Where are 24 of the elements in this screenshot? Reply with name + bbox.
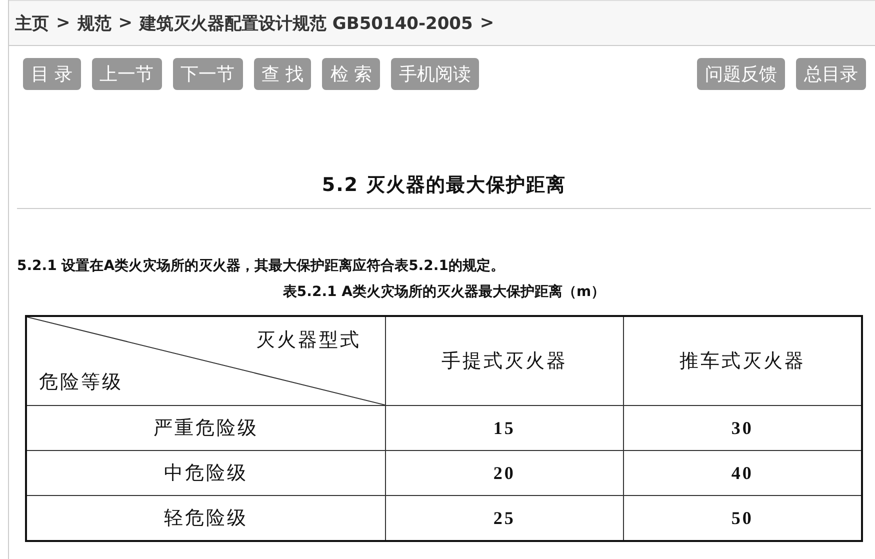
breadcrumb-separator: > [56,13,70,33]
section-title: 5.2 灭火器的最大保护距离 [17,172,871,209]
column-header: 手提式灭火器 [386,316,624,406]
column-axis-label: 灭火器型式 [256,328,361,353]
nav-button[interactable]: 总目录 [796,58,866,90]
nav-button[interactable]: 检 索 [322,58,380,90]
row-axis-label: 危险等级 [39,370,123,395]
breadcrumb-link[interactable]: 建筑灭火器配置设计规范 GB50140-2005 [140,12,473,34]
nav-button[interactable]: 手机阅读 [391,58,480,90]
row-header: 严重危险级 [26,406,386,450]
table-cell: 15 [386,406,624,450]
nav-button[interactable]: 下一节 [172,58,243,90]
table-caption: 表5.2.1 A类火灾场所的灭火器最大保护距离（m） [282,283,606,301]
nav-button[interactable]: 问题反馈 [697,58,785,90]
table-cell: 20 [386,450,624,496]
clause-text: 5.2.1 设置在A类火灾场所的灭火器，其最大保护距离应符合表5.2.1的规定。 [17,257,506,275]
breadcrumb-link[interactable]: 主页 [15,12,49,34]
breadcrumb-separator: > [118,13,132,33]
breadcrumb-link[interactable]: 规范 [77,12,112,34]
nav-button[interactable]: 查 找 [254,58,312,90]
row-header: 中危险级 [26,450,386,496]
nav-button[interactable]: 目 录 [23,58,81,90]
nav-button[interactable]: 上一节 [92,58,162,90]
breadcrumb-separator: > [480,13,494,33]
